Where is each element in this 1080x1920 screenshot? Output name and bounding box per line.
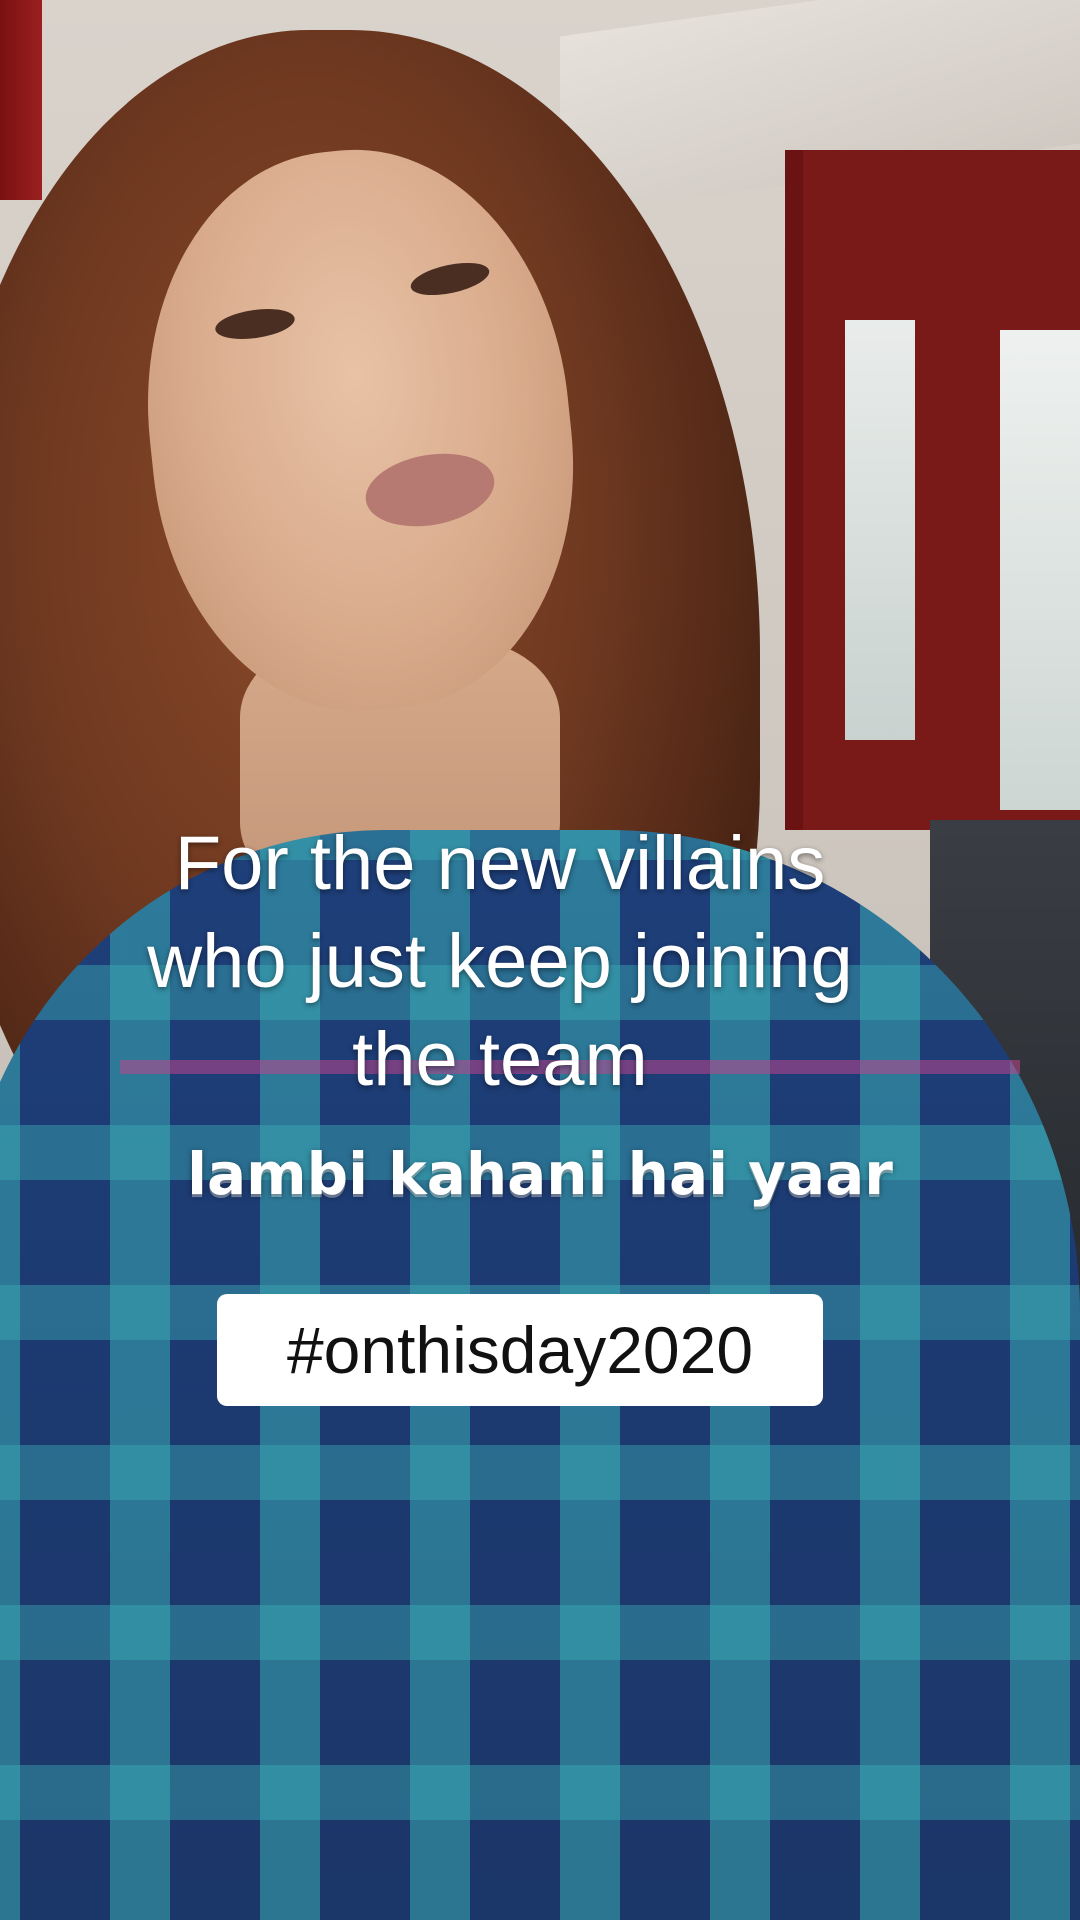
door-glass-pane [845,320,915,740]
subtitle-text: lambi kahani hai yaar [187,1140,893,1208]
hashtag-sticker: #onthisday2020 [217,1294,823,1406]
red-frame-edge [0,0,42,200]
door-glass-pane [1000,330,1080,810]
caption-line: the team [352,1017,648,1102]
video-frame: For the new villains who just keep joini… [0,0,1080,1920]
caption-line: For the new villains [174,821,826,906]
caption-text: For the new villains who just keep joini… [40,815,960,1109]
hashtag-label: #onthisday2020 [286,1313,754,1387]
caption-line: who just keep joining [147,919,853,1004]
